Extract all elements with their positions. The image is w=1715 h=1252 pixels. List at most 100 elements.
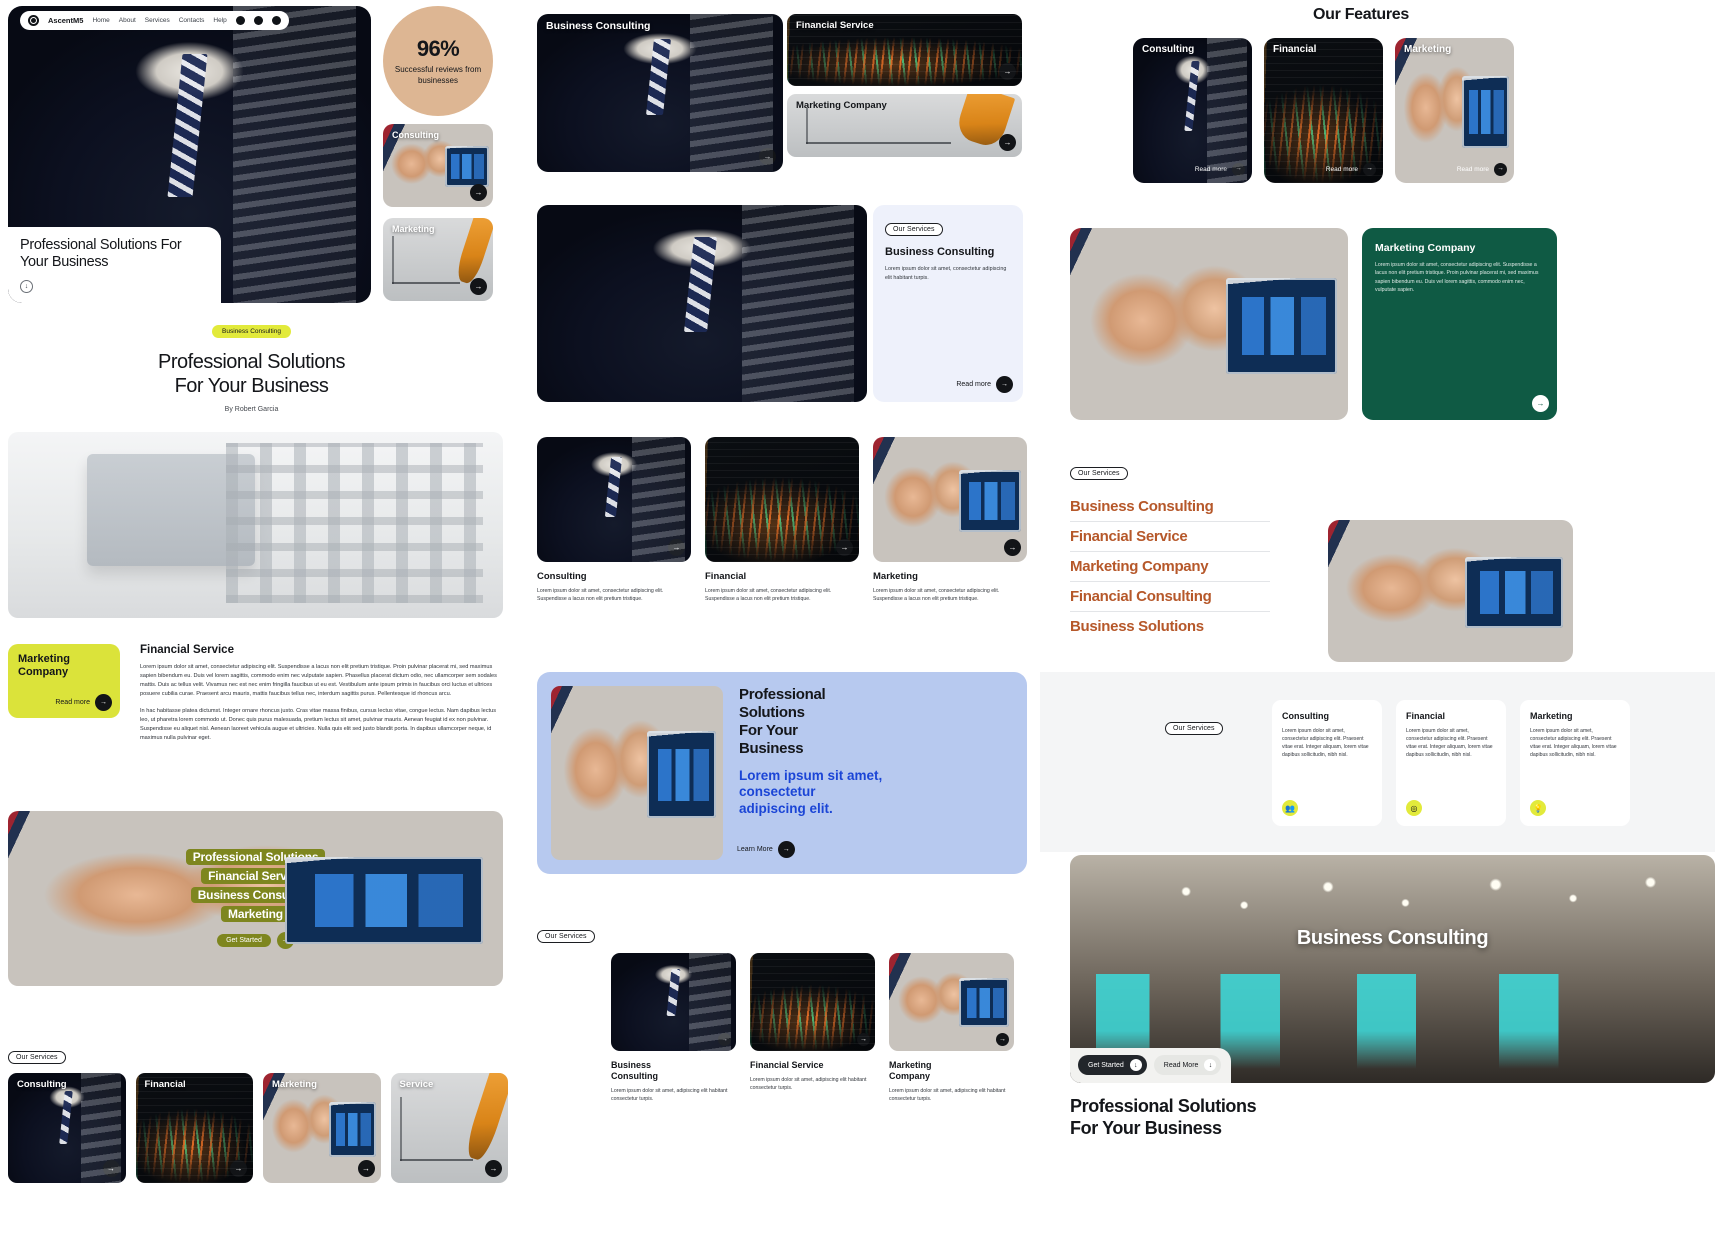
read-more-link[interactable]: Read more → xyxy=(55,694,112,711)
button-label: Read More xyxy=(1163,1061,1199,1069)
feature-card-title: Marketing xyxy=(1404,44,1452,55)
grey-service-card[interactable]: Marketing Lorem ipsum dolor sit amet, co… xyxy=(1520,700,1630,826)
list-item[interactable]: Business Solutions xyxy=(1070,612,1270,641)
card-body: Lorem ipsum dolor sit amet, consectetur … xyxy=(1406,728,1493,759)
arrow-right-icon[interactable]: → xyxy=(996,376,1013,393)
arrow-right-icon[interactable]: → xyxy=(759,148,776,165)
design-showcase-board: AscentM5 Home About Services Contacts He… xyxy=(0,0,1715,1252)
service-card-title: Financial xyxy=(144,1079,186,1090)
card-title: Marketing Company xyxy=(18,653,70,679)
instagram-icon[interactable] xyxy=(235,16,245,25)
service-thumb[interactable]: → xyxy=(873,437,1027,562)
arrow-right-icon[interactable]: → xyxy=(1494,163,1507,176)
nav-link-help[interactable]: Help xyxy=(213,17,226,24)
arrow-right-icon[interactable]: → xyxy=(857,1033,870,1046)
arrow-right-icon[interactable]: → xyxy=(777,841,795,858)
mini-card-consulting[interactable]: Consulting → xyxy=(383,124,493,207)
blue-banner: Professional Solutions For Your Business… xyxy=(537,672,1027,874)
footer-title: Professional Solutions For Your Business xyxy=(1070,1096,1257,1138)
arrow-right-icon[interactable]: → xyxy=(996,1033,1009,1046)
grey-service-card[interactable]: Consulting Lorem ipsum dolor sit amet, c… xyxy=(1272,700,1382,826)
mini-card-title: Consulting xyxy=(392,130,439,140)
cta-banner: Professional Solutions Financial Service… xyxy=(8,811,503,986)
read-more-link[interactable]: Read more → xyxy=(1195,163,1245,176)
service-card[interactable]: Marketing → xyxy=(263,1073,381,1183)
list-item[interactable]: Marketing Company xyxy=(1070,552,1270,582)
arrow-right-icon[interactable]: → xyxy=(1232,163,1245,176)
feature-card[interactable]: Consulting Read more → xyxy=(1133,38,1252,183)
service-column: → Marketing Company Lorem ipsum dolor si… xyxy=(889,953,1014,1103)
marketing-company-card[interactable]: Marketing Company Read more → xyxy=(8,644,120,718)
arrow-right-icon[interactable]: → xyxy=(668,539,685,556)
card-title: Financial xyxy=(1406,711,1446,721)
bulb-icon: 💡 xyxy=(1530,800,1546,816)
read-more-label: Read more xyxy=(1325,166,1358,173)
financial-service-card[interactable]: Financial Service → xyxy=(787,14,1022,86)
grey-service-card[interactable]: Financial Lorem ipsum dolor sit amet, co… xyxy=(1396,700,1506,826)
nav-link-home[interactable]: Home xyxy=(92,17,109,24)
nav-link-about[interactable]: About xyxy=(119,17,136,24)
business-consulting-card[interactable]: Business Consulting → xyxy=(537,14,783,172)
read-more-link[interactable]: Read more → xyxy=(956,376,1013,393)
three-card-row: → Consulting Lorem ipsum dolor sit amet,… xyxy=(537,437,1027,604)
arrow-right-icon[interactable]: → xyxy=(836,539,853,556)
list-item[interactable]: Financial Consulting xyxy=(1070,582,1270,612)
target-icon: ◎ xyxy=(1406,800,1422,816)
arrow-right-icon[interactable]: → xyxy=(1004,539,1021,556)
service-column: → Financial Lorem ipsum dolor sit amet, … xyxy=(705,437,859,604)
arrow-right-icon[interactable]: → xyxy=(95,694,112,711)
arrow-right-icon[interactable]: → xyxy=(999,134,1016,151)
arrow-right-icon[interactable]: → xyxy=(718,1033,731,1046)
article-tag: Business Consulting xyxy=(212,325,291,338)
get-started-button[interactable]: Get Started xyxy=(217,933,271,947)
service-thumb[interactable]: → xyxy=(611,953,736,1051)
read-more-link[interactable]: Read more → xyxy=(1326,163,1376,176)
service-thumb[interactable]: → xyxy=(537,437,691,562)
mini-card-marketing[interactable]: Marketing → xyxy=(383,218,493,301)
feature-card[interactable]: Financial Read more → xyxy=(1264,38,1383,183)
people-icon: 👥 xyxy=(1282,800,1298,816)
service-body: Lorem ipsum dolor sit amet, consectetur … xyxy=(537,588,664,603)
service-thumb[interactable]: → xyxy=(750,953,875,1051)
list-item[interactable]: Business Consulting xyxy=(1070,492,1270,522)
split-section-photo xyxy=(537,205,867,402)
article-photo xyxy=(8,432,503,618)
behance-icon[interactable] xyxy=(271,16,281,25)
mini-card-title: Marketing xyxy=(392,224,435,234)
arrow-right-icon[interactable]: → xyxy=(102,1160,120,1177)
arrow-right-icon[interactable]: → xyxy=(276,931,294,949)
nav-link-contacts[interactable]: Contacts xyxy=(179,17,205,24)
twitter-icon[interactable] xyxy=(253,16,263,25)
cta-line: Business Consulting xyxy=(190,886,321,903)
banner-title: Professional Solutions For Your Business xyxy=(739,686,826,757)
service-card[interactable]: Service → xyxy=(390,1073,508,1183)
service-card[interactable]: Financial → xyxy=(135,1073,253,1183)
service-thumb[interactable]: → xyxy=(889,953,1014,1051)
list-item[interactable]: Financial Service xyxy=(1070,522,1270,552)
services-tag: Our Services xyxy=(8,1051,66,1064)
read-more-link[interactable]: Read more → xyxy=(1457,163,1507,176)
service-card-title: Consulting xyxy=(17,1079,67,1090)
read-more-label: Read more xyxy=(1194,166,1227,173)
arrow-right-icon[interactable]: → xyxy=(230,1160,247,1177)
service-card[interactable]: Consulting → xyxy=(8,1073,126,1183)
split-body: Lorem ipsum dolor sit amet, consectetur … xyxy=(885,266,1007,281)
feature-card[interactable]: Marketing Read more → xyxy=(1395,38,1514,183)
arrow-right-icon[interactable]: → xyxy=(999,63,1016,80)
final-hero-banner: Business Consulting Get Started ↓ Read M… xyxy=(1070,855,1715,1083)
service-thumb[interactable]: → xyxy=(705,437,859,562)
arrow-right-icon[interactable]: → xyxy=(1363,163,1376,176)
arrow-right-icon[interactable]: → xyxy=(470,278,487,295)
arrow-right-icon[interactable]: → xyxy=(357,1160,375,1177)
nav-link-services[interactable]: Services xyxy=(145,17,170,24)
arrow-right-icon[interactable]: → xyxy=(485,1160,502,1177)
arrow-down-icon[interactable]: ↓ xyxy=(20,280,33,294)
get-started-button[interactable]: Get Started ↓ xyxy=(1078,1055,1147,1075)
arrow-right-icon[interactable]: → xyxy=(470,184,487,201)
learn-more-link[interactable]: Learn More → xyxy=(737,841,795,858)
arrow-right-icon[interactable]: → xyxy=(1532,395,1549,412)
read-more-button[interactable]: Read More ↓ xyxy=(1153,1055,1222,1075)
marketing-company-card[interactable]: Marketing Company → xyxy=(787,94,1022,157)
globe-logo-icon xyxy=(28,15,39,26)
services-tag: Our Services xyxy=(537,930,595,943)
